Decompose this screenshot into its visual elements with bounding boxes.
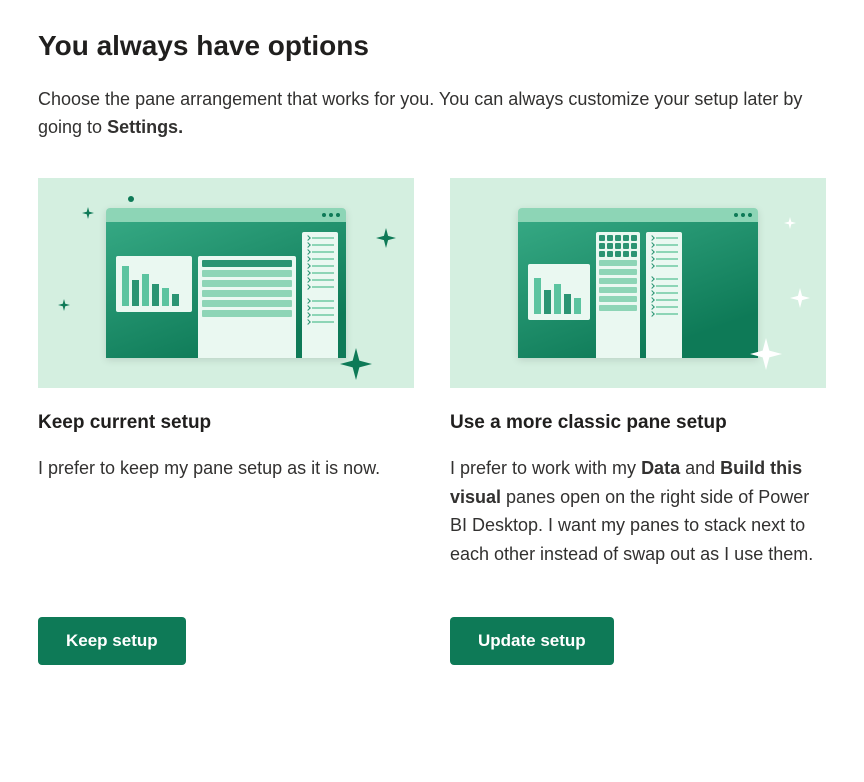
button-row: Keep setup Update setup xyxy=(38,617,826,665)
sparkle-icon xyxy=(376,228,396,248)
visual-grid-pane-icon xyxy=(596,232,640,358)
window-control-icon xyxy=(741,213,745,217)
option-title-classic: Use a more classic pane setup xyxy=(450,412,826,434)
option-title-keep: Keep current setup xyxy=(38,412,414,434)
app-titlebar xyxy=(518,208,758,222)
window-control-icon xyxy=(748,213,752,217)
illustration-keep-current xyxy=(38,178,414,388)
page-title: You always have options xyxy=(38,30,826,62)
desc-part: and xyxy=(680,458,720,478)
app-window-mockup xyxy=(518,208,758,358)
description-settings-word: Settings. xyxy=(107,117,183,137)
window-control-icon xyxy=(734,213,738,217)
window-control-icon xyxy=(322,213,326,217)
app-body xyxy=(106,222,346,358)
decorative-dot-icon xyxy=(128,196,134,202)
keep-setup-button[interactable]: Keep setup xyxy=(38,617,186,665)
sparkle-icon xyxy=(790,288,810,308)
window-control-icon xyxy=(336,213,340,217)
options-row: Keep current setup I prefer to keep my p… xyxy=(38,178,826,569)
option-keep-current: Keep current setup I prefer to keep my p… xyxy=(38,178,414,569)
desc-bold-data: Data xyxy=(641,458,680,478)
option-desc-keep: I prefer to keep my pane setup as it is … xyxy=(38,454,414,483)
option-classic-setup: Use a more classic pane setup I prefer t… xyxy=(450,178,826,569)
app-body xyxy=(518,222,758,358)
side-pane-slim-icon xyxy=(302,232,338,358)
sparkle-icon xyxy=(340,348,372,380)
side-pane-slim-icon xyxy=(646,232,682,358)
sparkle-icon xyxy=(784,216,796,228)
desc-part: I prefer to work with my xyxy=(450,458,641,478)
app-titlebar xyxy=(106,208,346,222)
sparkle-icon xyxy=(58,298,70,310)
illustration-classic-setup xyxy=(450,178,826,388)
chart-panel-icon xyxy=(116,256,192,312)
chart-panel-icon xyxy=(528,264,590,320)
sparkle-icon xyxy=(750,338,782,370)
window-control-icon xyxy=(329,213,333,217)
desc-part: panes open on the right side of Power BI… xyxy=(450,487,813,565)
side-pane-icon xyxy=(198,256,296,358)
option-desc-classic: I prefer to work with my Data and Build … xyxy=(450,454,826,569)
page-description: Choose the pane arrangement that works f… xyxy=(38,86,826,142)
update-setup-button[interactable]: Update setup xyxy=(450,617,614,665)
app-window-mockup xyxy=(106,208,346,358)
sparkle-icon xyxy=(82,206,94,218)
